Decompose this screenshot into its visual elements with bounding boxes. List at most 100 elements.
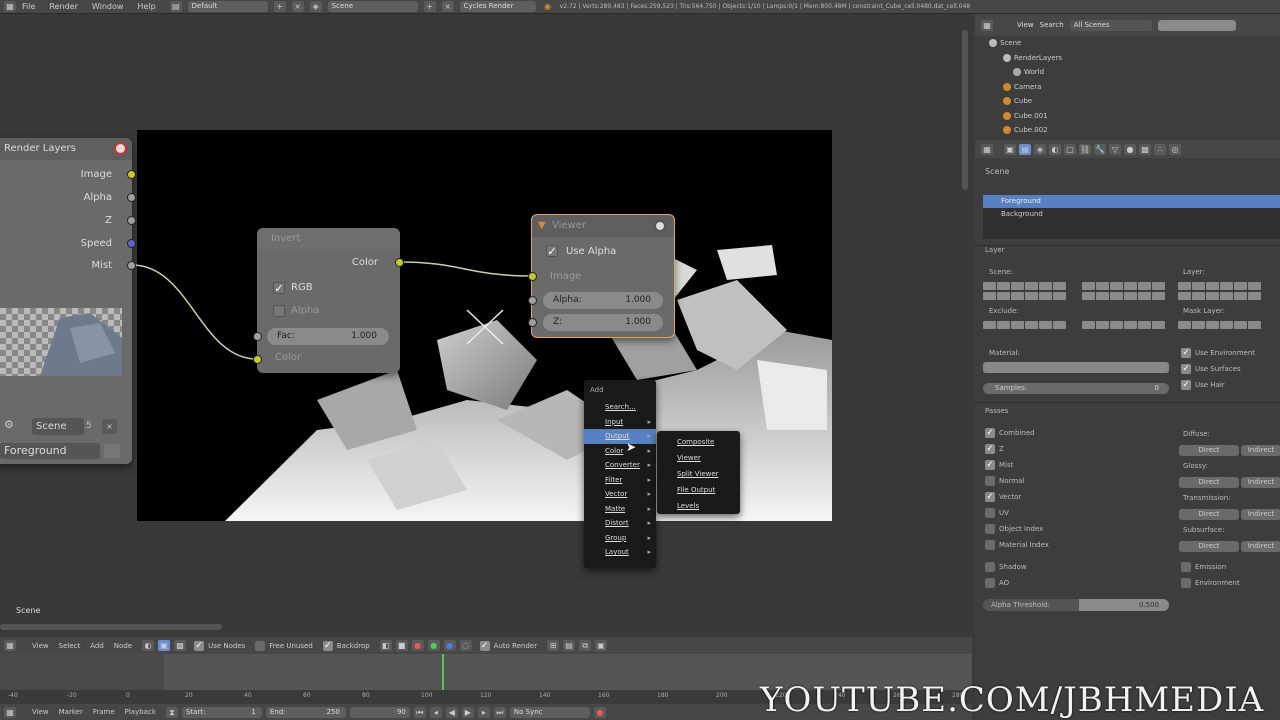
- scene-layer-grid[interactable]: [983, 282, 1066, 290]
- fac-in-socket[interactable]: [253, 332, 262, 341]
- scene-layer-grid-row2[interactable]: [983, 292, 1066, 300]
- node-menu-add[interactable]: Add: [90, 642, 104, 650]
- node-menu-select[interactable]: Select: [59, 642, 81, 650]
- use-hair-checkbox[interactable]: ✓: [1181, 380, 1191, 390]
- snap-icon[interactable]: ⊞: [547, 640, 560, 651]
- menu-item-input[interactable]: Input ▸: [584, 415, 656, 430]
- passes-panel-title[interactable]: Passes: [985, 407, 1008, 415]
- menu-item-filter[interactable]: Filter ▸: [584, 473, 656, 488]
- channel-g-icon[interactable]: ●: [427, 640, 440, 651]
- subsurface-direct-button[interactable]: Direct: [1179, 541, 1239, 552]
- render-layers-node[interactable]: Render Layers Image Alpha Z Speed Mist ⚙…: [0, 138, 136, 464]
- menu-item-layout[interactable]: Layout ▸: [584, 545, 656, 560]
- menu-item-search[interactable]: Search...: [584, 400, 656, 415]
- constraints-tab-icon[interactable]: ⛓: [1079, 143, 1091, 155]
- socket-alpha-out[interactable]: [127, 193, 136, 202]
- diffuse-indirect-button[interactable]: Indirect: [1241, 445, 1280, 456]
- exclude-grid-2[interactable]: [1082, 321, 1165, 329]
- submenu-item-viewer[interactable]: Viewer: [657, 450, 740, 466]
- viewer-render-icon[interactable]: [654, 220, 666, 232]
- end-frame-field[interactable]: End: 250: [265, 706, 346, 718]
- outliner-search-menu[interactable]: Search: [1040, 21, 1064, 29]
- outliner[interactable]: ▦ View Search All Scenes Scene RenderLay…: [975, 14, 1280, 138]
- material-field[interactable]: [983, 362, 1169, 373]
- emission-checkbox[interactable]: [1181, 562, 1191, 572]
- use-nodes-checkbox[interactable]: ✓: [194, 640, 205, 651]
- outliner-row-camera[interactable]: Camera: [975, 80, 1280, 95]
- scene-select[interactable]: Scene: [32, 418, 84, 435]
- layer-row-foreground[interactable]: Foreground: [983, 195, 1280, 208]
- pass-checkbox[interactable]: ✓: [985, 444, 995, 454]
- viewer-title[interactable]: Viewer: [532, 215, 674, 237]
- start-frame-field[interactable]: Start: 1: [181, 706, 262, 718]
- screen-layout-field[interactable]: Default: [187, 1, 268, 12]
- pass-checkbox[interactable]: [985, 508, 995, 518]
- outliner-editor-icon[interactable]: ▦: [981, 19, 993, 31]
- current-frame-field[interactable]: 90: [349, 706, 410, 718]
- use-environment-checkbox[interactable]: ✓: [1181, 348, 1191, 358]
- add-menu[interactable]: Add Search... Input ▸ Output ▸ Color ▸ Conv…: [584, 380, 656, 568]
- object-tab-icon[interactable]: ▢: [1064, 143, 1076, 155]
- compositing-nodes-icon[interactable]: ▣: [158, 640, 171, 651]
- rgb-checkbox[interactable]: ✓: [273, 282, 285, 294]
- subsurface-indirect-button[interactable]: Indirect: [1241, 541, 1280, 552]
- scene-layer-grid-2[interactable]: [1082, 282, 1165, 290]
- socket-z-out[interactable]: [127, 216, 136, 225]
- outliner-row-world[interactable]: World: [975, 65, 1280, 80]
- node-editor[interactable]: Render Layers Image Alpha Z Speed Mist ⚙…: [0, 14, 972, 634]
- particles-tab-icon[interactable]: ∴: [1154, 143, 1166, 155]
- layer-row-background[interactable]: Background: [983, 208, 1280, 221]
- node-menu-view[interactable]: View: [32, 642, 49, 650]
- record-icon[interactable]: ●: [593, 706, 606, 718]
- z-slider[interactable]: Z: 1.000: [543, 314, 663, 331]
- menu-help[interactable]: Help: [137, 2, 155, 11]
- render-icon[interactable]: [114, 142, 127, 155]
- preview-range-icon[interactable]: ⧗: [165, 706, 178, 718]
- outliner-search-input[interactable]: [1157, 19, 1236, 31]
- vertical-scrollbar[interactable]: [962, 30, 968, 190]
- view-icon[interactable]: ▣: [595, 640, 608, 651]
- invert-color-out[interactable]: [395, 258, 404, 267]
- play-icon[interactable]: ▶: [461, 706, 474, 718]
- render-layers-title[interactable]: Render Layers: [0, 138, 132, 160]
- submenu-item-levels[interactable]: Levels: [657, 498, 740, 514]
- render-layer-icon[interactable]: [104, 444, 120, 458]
- scene-field[interactable]: Scene: [327, 1, 418, 12]
- pass-checkbox[interactable]: ✓: [985, 460, 995, 470]
- pass-checkbox[interactable]: [985, 562, 995, 572]
- channel-rgba-icon[interactable]: ◧: [379, 640, 392, 651]
- invert-title[interactable]: Invert: [257, 228, 400, 250]
- outliner-row-cube001[interactable]: Cube.001: [975, 109, 1280, 124]
- menu-item-group[interactable]: Group ▸: [584, 531, 656, 546]
- color-in-socket[interactable]: [253, 355, 262, 364]
- submenu-item-split-viewer[interactable]: Split Viewer: [657, 466, 740, 482]
- environment-checkbox[interactable]: [1181, 578, 1191, 588]
- layer-grid-row2[interactable]: [1178, 292, 1261, 300]
- menu-render[interactable]: Render: [49, 2, 77, 11]
- timeline-menu-view[interactable]: View: [32, 708, 49, 716]
- alpha-threshold-slider[interactable]: Alpha Threshold: 0.500: [983, 599, 1169, 611]
- add-screen-icon[interactable]: +: [273, 1, 286, 12]
- menu-item-vector[interactable]: Vector ▸: [584, 487, 656, 502]
- lock-icon[interactable]: ⧉: [579, 640, 592, 651]
- layer-grid[interactable]: [1178, 282, 1261, 290]
- timeline-menu-marker[interactable]: Marker: [59, 708, 83, 716]
- texture-tab-icon[interactable]: ▩: [1139, 143, 1151, 155]
- shader-nodes-icon[interactable]: ◐: [142, 640, 155, 651]
- render-layer-list[interactable]: Foreground Background: [983, 195, 1280, 239]
- outliner-view-menu[interactable]: View: [1017, 21, 1034, 29]
- layer-panel-title[interactable]: Layer: [985, 246, 1005, 254]
- channel-a-icon[interactable]: ◌: [459, 640, 472, 651]
- transmission-direct-button[interactable]: Direct: [1179, 509, 1239, 520]
- menu-item-color[interactable]: Color ▸: [584, 444, 656, 459]
- jump-end-icon[interactable]: ⏭: [493, 706, 506, 718]
- outliner-row-cube[interactable]: Cube: [975, 94, 1280, 109]
- menu-item-matte[interactable]: Matte ▸: [584, 502, 656, 517]
- z-in-socket[interactable]: [528, 318, 537, 327]
- editor-type-icon[interactable]: ▦: [4, 1, 16, 12]
- add-scene-icon[interactable]: +: [423, 1, 436, 12]
- jump-start-icon[interactable]: ⏮: [413, 706, 426, 718]
- diffuse-direct-button[interactable]: Direct: [1179, 445, 1239, 456]
- timeline-menu-playback[interactable]: Playback: [125, 708, 156, 716]
- outliner-row-scene[interactable]: Scene: [975, 36, 1280, 51]
